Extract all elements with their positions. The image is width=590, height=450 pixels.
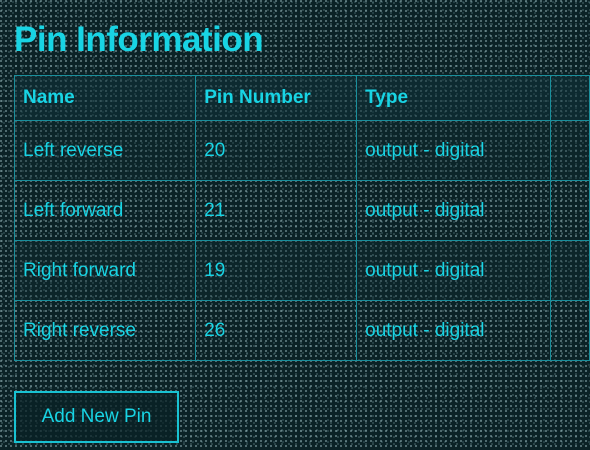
cell-type: output - digital — [356, 120, 551, 181]
header-pin-number: Pin Number — [195, 75, 358, 121]
cell-name: Left forward — [13, 180, 197, 241]
page-title: Pin Information — [14, 20, 264, 59]
cell-type: output - digital — [356, 300, 551, 361]
table-row[interactable]: Right reverse 26 output - digital — [13, 300, 590, 361]
cell-pin-number: 26 — [195, 300, 358, 361]
cell-name: Left reverse — [13, 120, 197, 181]
add-new-pin-button[interactable]: Add New Pin — [14, 391, 179, 443]
table-header-row: Name Pin Number Type — [13, 75, 590, 121]
cell-type: output - digital — [356, 240, 551, 301]
table-row[interactable]: Left reverse 20 output - digital — [13, 120, 590, 181]
cell-pin-number: 20 — [195, 120, 358, 181]
header-name: Name — [13, 75, 197, 121]
cell-type: output - digital — [356, 180, 551, 241]
pin-table: Name Pin Number Type Left reverse 20 out… — [13, 75, 590, 361]
cell-extra — [549, 240, 590, 301]
table-row[interactable]: Left forward 21 output - digital — [13, 180, 590, 241]
header-extra — [549, 75, 590, 121]
cell-extra — [549, 120, 590, 181]
cell-extra — [549, 180, 590, 241]
table-row[interactable]: Right forward 19 output - digital — [13, 240, 590, 301]
cell-extra — [549, 300, 590, 361]
cell-name: Right reverse — [13, 300, 197, 361]
cell-name: Right forward — [13, 240, 197, 301]
cell-pin-number: 21 — [195, 180, 358, 241]
cell-pin-number: 19 — [195, 240, 358, 301]
header-type: Type — [356, 75, 551, 121]
